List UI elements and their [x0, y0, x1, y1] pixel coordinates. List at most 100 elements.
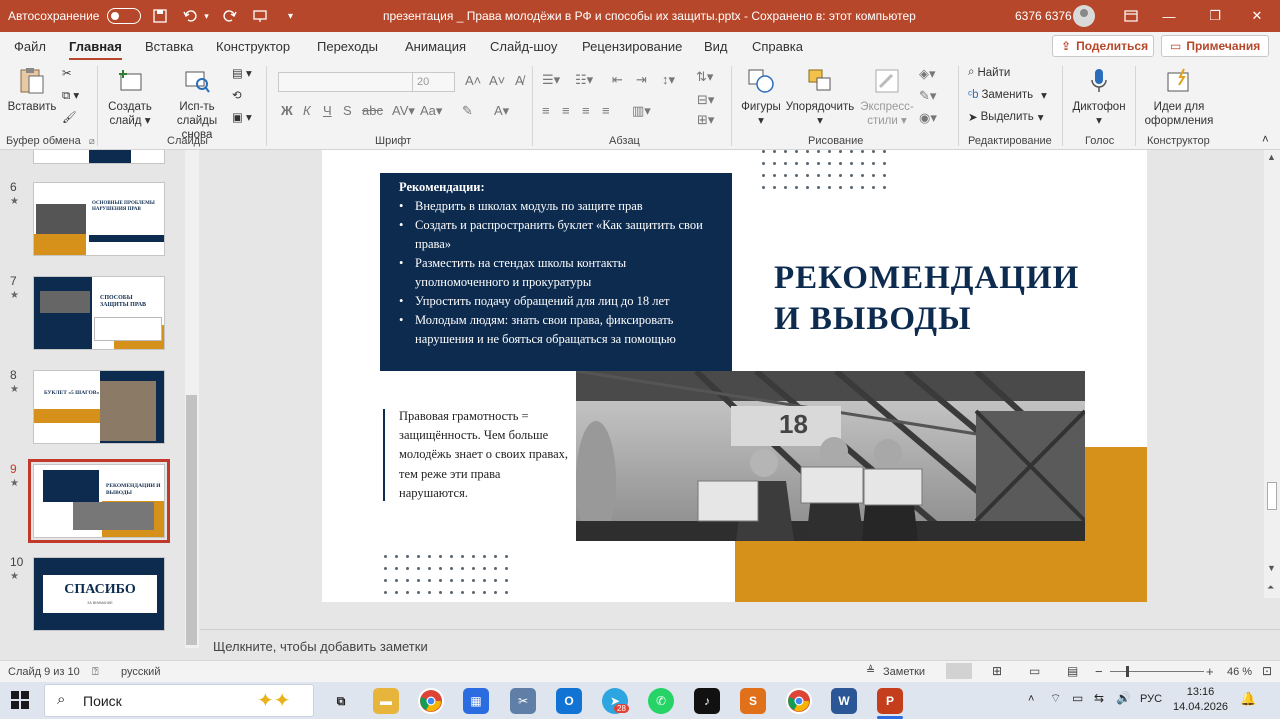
scroll-up-icon[interactable]: ▲ [1267, 152, 1276, 162]
autosave-toggle[interactable] [107, 8, 142, 24]
recommendations-box[interactable]: Рекомендации: Внедрить в школах модуль п… [380, 173, 732, 371]
chevron-down-icon[interactable]: ▾ [201, 5, 211, 27]
layout-icon[interactable]: ▤ ▾ [232, 66, 252, 80]
sublime-icon[interactable]: S [740, 688, 766, 714]
font-size-combobox[interactable]: 20 [412, 72, 455, 92]
word-icon[interactable]: W [831, 688, 857, 714]
windows-start-icon[interactable] [11, 691, 29, 709]
shapes-button[interactable]: Фигуры ▾ [738, 66, 784, 128]
underline-icon[interactable]: Ч [323, 103, 332, 118]
tab-insert[interactable]: Вставка [145, 39, 193, 54]
decrease-font-icon[interactable]: A˅ [489, 73, 505, 88]
chrome-profile-icon[interactable] [786, 688, 812, 714]
font-name-combobox[interactable] [278, 72, 413, 92]
font-color-icon[interactable]: A▾ [494, 103, 509, 119]
slide-canvas[interactable]: Рекомендации: Внедрить в школах модуль п… [322, 150, 1147, 602]
clear-format-icon[interactable]: A̸ [515, 73, 524, 88]
cut-icon[interactable]: ✂ [62, 66, 72, 80]
design-ideas-button[interactable]: Идеи для оформления [1140, 66, 1218, 128]
dictate-button[interactable]: Диктофон ▾ [1068, 66, 1130, 128]
notes-toggle-button[interactable]: Заметки [883, 666, 925, 678]
select-button[interactable]: ➤ Выделить ▾ [968, 110, 1043, 124]
zoom-in-icon[interactable]: + [1206, 664, 1214, 679]
decrease-indent-icon[interactable]: ⇤ [612, 72, 623, 88]
redo-icon[interactable] [219, 5, 241, 27]
slide-scrollbar-thumb[interactable] [1267, 482, 1277, 510]
numbering-icon[interactable]: ☷▾ [575, 72, 593, 88]
thumbnails-scrollbar-thumb[interactable] [186, 395, 197, 645]
language-indicator[interactable]: русский [121, 666, 160, 678]
powerpoint-icon[interactable]: P [877, 688, 903, 714]
tab-file[interactable]: Файл [14, 39, 46, 54]
volume-icon[interactable]: 🔊 [1116, 691, 1131, 705]
collapse-ribbon-icon[interactable]: ˄ [1262, 134, 1269, 146]
notes-icon[interactable]: ≜ [866, 664, 875, 677]
align-text-icon[interactable]: ⊟▾ [697, 92, 714, 108]
conclusion-text[interactable]: Правовая грамотность = защищённость. Чем… [399, 407, 569, 503]
slide-sorter-icon[interactable]: ⊞ [992, 664, 1002, 678]
tab-design[interactable]: Конструктор [216, 39, 290, 54]
copy-icon[interactable]: ⧉ ▾ [62, 88, 79, 103]
tab-animations[interactable]: Анимация [405, 39, 466, 54]
customize-toolbar-icon[interactable]: ▾ [279, 5, 301, 27]
battery-icon[interactable]: ▭ [1072, 691, 1083, 705]
save-icon[interactable] [149, 5, 171, 27]
columns-icon[interactable]: ▥▾ [632, 103, 651, 119]
avatar[interactable] [1073, 5, 1095, 27]
task-view-icon[interactable]: ⧉ [328, 688, 354, 714]
italic-icon[interactable]: К [303, 103, 311, 118]
taskbar-search[interactable]: ⌕ Поиск ✦✦ [44, 684, 314, 717]
slide-thumbnail-10[interactable]: СПАСИБО ЗА ВНИМАНИЕ [33, 557, 165, 631]
bold-icon[interactable]: Ж [281, 103, 293, 118]
tab-home[interactable]: Главная [69, 39, 122, 61]
file-explorer-icon[interactable]: ▬ [373, 688, 399, 714]
slideshow-start-icon[interactable] [249, 5, 271, 27]
slide-thumbnail-9[interactable]: РЕКОМЕНДАЦИИ И ВЫВОДЫ [28, 459, 170, 543]
tab-view[interactable]: Вид [704, 39, 728, 54]
change-case-icon[interactable]: Aa▾ [420, 103, 442, 119]
slide-thumbnail-7[interactable]: СПОСОБЫ ЗАЩИТЫ ПРАВ [33, 276, 165, 350]
close-button[interactable]: ✕ [1234, 0, 1280, 32]
slideshow-view-icon[interactable]: ▤ [1067, 664, 1078, 678]
normal-view-icon[interactable] [946, 663, 972, 679]
highlight-icon[interactable]: ✎ [462, 103, 473, 119]
notes-placeholder[interactable]: Щелкните, чтобы добавить заметки [213, 639, 428, 654]
microsoft-store-icon[interactable]: ▦ [463, 688, 489, 714]
shape-outline-icon[interactable]: ✎▾ [919, 88, 936, 104]
tiktok-icon[interactable]: ♪ [694, 688, 720, 714]
slide-thumbnail-6[interactable]: ОСНОВНЫЕ ПРОБЛЕМЫ НАРУШЕНИЯ ПРАВ [33, 182, 165, 256]
tab-review[interactable]: Рецензирование [582, 39, 682, 54]
input-language[interactable]: РУС [1140, 693, 1162, 705]
text-direction-icon[interactable]: ⇅▾ [696, 69, 713, 85]
zoom-level[interactable]: 46 % [1227, 666, 1252, 678]
arrange-button[interactable]: Упорядочить ▾ [784, 66, 856, 128]
chrome-icon[interactable] [418, 688, 444, 714]
reuse-slides-button[interactable]: Исп-ть слайды снова [164, 66, 230, 142]
user-name[interactable]: 6376 6376 [1015, 9, 1072, 23]
replace-button[interactable]: ᶜb Заменить ▾ [968, 88, 1047, 102]
align-right-icon[interactable]: ≡ [582, 103, 590, 118]
align-center-icon[interactable]: ≡ [562, 103, 570, 118]
minimize-button[interactable]: — [1146, 0, 1192, 32]
show-hidden-icons-icon[interactable]: ˄ [1028, 693, 1034, 705]
scroll-down-icon[interactable]: ▼ [1267, 563, 1276, 573]
shape-effects-icon[interactable]: ◉▾ [919, 110, 937, 126]
shadow-icon[interactable]: S [343, 103, 352, 118]
reset-icon[interactable]: ⟲ [232, 88, 242, 102]
previous-slide-icon[interactable]: ⏶ [1267, 582, 1274, 593]
increase-font-icon[interactable]: A˄ [465, 73, 481, 88]
dialog-launcher-icon[interactable]: ⧄ [89, 136, 95, 147]
find-button[interactable]: ⌕ Найти [968, 66, 1010, 79]
notifications-icon[interactable]: 🔔 [1240, 691, 1256, 707]
spacing-icon[interactable]: AV▾ [392, 103, 415, 119]
fit-to-window-icon[interactable]: ⊡ [1262, 664, 1272, 678]
students-photo[interactable]: 18 [576, 371, 1085, 541]
zoom-slider[interactable] [1110, 671, 1204, 672]
snipping-tool-icon[interactable]: ✂ [510, 688, 536, 714]
align-left-icon[interactable]: ≡ [542, 103, 550, 118]
tab-slideshow[interactable]: Слайд-шоу [490, 39, 557, 54]
tab-help[interactable]: Справка [752, 39, 803, 54]
quick-styles-button[interactable]: Экспресс- стили ▾ [857, 66, 917, 128]
slide-title[interactable]: РЕКОМЕНДАЦИИ И ВЫВОДЫ [774, 258, 1079, 340]
slide-thumbnail-5[interactable] [33, 150, 165, 164]
